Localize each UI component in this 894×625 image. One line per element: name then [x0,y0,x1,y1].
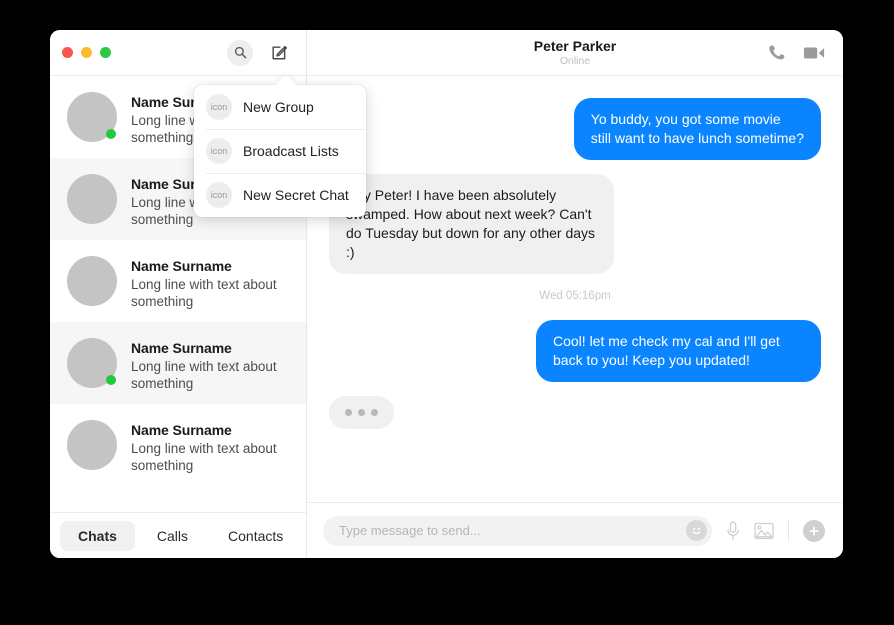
conversation-header: Peter Parker Online [307,30,843,76]
message-row: Cool! let me check my cal and I'll get b… [329,320,821,382]
typing-dot [345,409,352,416]
microphone-icon [727,521,739,540]
emoji-button[interactable] [686,520,707,541]
avatar-wrapper [67,420,117,470]
message-row [329,396,821,429]
chat-item-name: Name Surname [131,422,232,438]
tab-chats[interactable]: Chats [60,520,135,551]
minimize-window-button[interactable] [81,47,92,58]
typing-dot [358,409,365,416]
message-row: Yo buddy, you got some movie still want … [329,98,821,160]
conversation-actions [767,43,825,62]
typing-dot [371,409,378,416]
chat-item-name: Name Surname [131,258,232,274]
message-input-wrapper[interactable] [323,515,712,546]
avatar [67,420,117,470]
menu-item-label: New Group [243,99,314,115]
zoom-window-button[interactable] [100,47,111,58]
compose-dropdown-menu: icon New Group icon Broadcast Lists icon New … [194,85,366,217]
incoming-message-bubble: Hey Peter! I have been absolutely swampe… [329,174,614,274]
menu-item-placeholder-icon: icon [206,94,232,120]
avatar-wrapper [67,256,117,306]
online-status-dot [106,129,116,139]
outgoing-message-bubble: Cool! let me check my cal and I'll get b… [536,320,821,382]
sidebar-toolbar-actions [227,39,292,66]
chat-item-text: Name Surname Long line with text about so… [131,420,281,474]
window-traffic-lights [62,47,111,58]
typing-indicator [329,396,394,429]
voice-call-button[interactable] [767,43,786,62]
menu-item-placeholder-icon: icon [206,182,232,208]
sidebar-tab-bar: Chats Calls Contacts [50,512,306,558]
phone-icon [769,45,785,60]
message-input[interactable] [339,523,686,538]
image-icon [754,522,774,539]
message-list: Yo buddy, you got some movie still want … [307,76,843,502]
video-camera-icon [803,47,825,58]
chat-item-preview: Long line with text about something [131,359,277,391]
avatar-wrapper [67,92,117,142]
conversation-panel: Peter Parker Online Yo buddy, you got so… [307,30,843,558]
add-attachment-button[interactable] [803,519,825,542]
chat-item-preview: Long line with text about something [131,277,277,309]
composer-divider [788,520,789,541]
video-call-button[interactable] [803,45,825,61]
plus-icon [809,526,819,536]
avatar [67,256,117,306]
message-composer [307,502,843,558]
contact-name: Peter Parker [533,37,617,54]
menu-item-label: Broadcast Lists [243,143,339,159]
chat-item-text: Name Surname Long line with text about so… [131,338,281,392]
menu-item-new-secret-chat[interactable]: icon New Secret Chat [194,173,366,217]
menu-item-label: New Secret Chat [243,187,349,203]
chat-list-item[interactable]: Name Surname Long line with text about so… [50,240,306,322]
compose-icon [272,45,287,59]
attach-image-button[interactable] [754,522,774,540]
online-status-dot [106,375,116,385]
search-button[interactable] [227,39,253,66]
tab-contacts[interactable]: Contacts [210,521,301,551]
chat-list-item[interactable]: Name Surname Long line with text about so… [50,322,306,404]
search-icon [234,46,246,59]
compose-button[interactable] [266,40,292,66]
chat-app-window: Name Surname Long line with text about so… [50,30,843,558]
menu-item-broadcast-lists[interactable]: icon Broadcast Lists [194,129,366,173]
close-window-button[interactable] [62,47,73,58]
contact-status: Online [559,54,591,67]
avatar [67,174,117,224]
message-row: Hey Peter! I have been absolutely swampe… [329,174,821,274]
chat-item-name: Name Surname [131,340,232,356]
menu-item-new-group[interactable]: icon New Group [194,85,366,129]
conversation-identity: Peter Parker Online [307,38,843,68]
menu-item-placeholder-icon: icon [206,138,232,164]
avatar-wrapper [67,174,117,224]
message-timestamp: Wed 05:16pm [539,290,611,302]
voice-record-button[interactable] [726,521,740,541]
chat-list-item[interactable]: Name Surname Long line with text about so… [50,404,306,486]
chat-item-preview: Long line with text about something [131,441,277,473]
sidebar: Name Surname Long line with text about so… [50,30,366,558]
sidebar-toolbar [50,30,306,76]
avatar-wrapper [67,338,117,388]
outgoing-message-bubble: Yo buddy, you got some movie still want … [573,98,821,160]
chat-item-text: Name Surname Long line with text about so… [131,256,281,310]
smiley-icon [689,523,704,538]
tab-calls[interactable]: Calls [139,521,206,551]
